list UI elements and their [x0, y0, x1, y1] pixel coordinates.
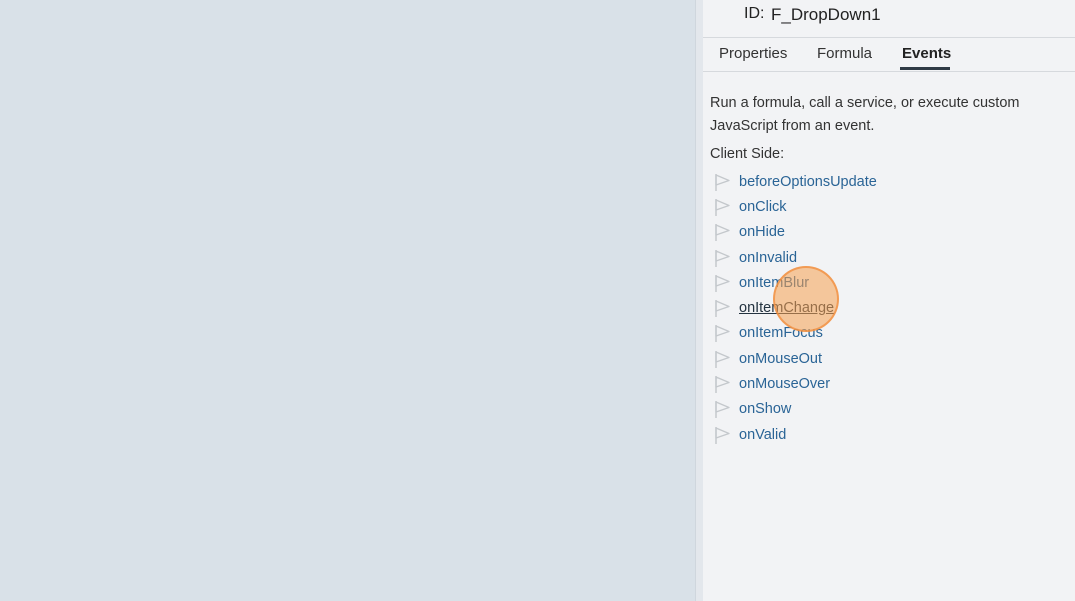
id-label: ID:	[744, 5, 765, 22]
event-row: onInvalid	[712, 245, 1062, 270]
event-link-onshow[interactable]: onShow	[739, 401, 791, 417]
tab-formula[interactable]: Formula	[817, 45, 872, 62]
tab-events[interactable]: Events	[902, 45, 951, 62]
event-link-onitemblur[interactable]: onItemBlur	[739, 275, 809, 291]
design-canvas[interactable]	[0, 0, 695, 601]
event-row: onMouseOver	[712, 371, 1062, 396]
flag-icon[interactable]	[712, 323, 732, 343]
flag-icon[interactable]	[712, 399, 732, 419]
event-row: onItemFocus	[712, 321, 1062, 346]
panel-tabs: Properties Formula Events	[703, 38, 1075, 72]
event-row: onItemBlur	[712, 270, 1062, 295]
event-link-onitemchange[interactable]: onItemChange	[739, 300, 834, 316]
event-row: onClick	[712, 194, 1062, 219]
id-row: ID: F_DropDown1	[703, 0, 1075, 38]
event-row: onValid	[712, 422, 1062, 447]
flag-icon[interactable]	[712, 425, 732, 445]
flag-icon[interactable]	[712, 298, 732, 318]
event-link-onmouseover[interactable]: onMouseOver	[739, 376, 830, 392]
id-value: F_DropDown1	[771, 5, 881, 24]
properties-panel: ID: F_DropDown1 Properties Formula Event…	[703, 0, 1075, 601]
event-link-onhide[interactable]: onHide	[739, 224, 785, 240]
flag-icon[interactable]	[712, 197, 732, 217]
event-row: onItemChange	[712, 295, 1062, 320]
event-row: beforeOptionsUpdate	[712, 169, 1062, 194]
active-tab-indicator	[900, 67, 950, 70]
event-row: onMouseOut	[712, 346, 1062, 371]
flag-icon[interactable]	[712, 349, 732, 369]
event-row: onShow	[712, 397, 1062, 422]
event-link-onitemfocus[interactable]: onItemFocus	[739, 325, 823, 341]
event-link-onclick[interactable]: onClick	[739, 199, 787, 215]
event-link-beforeoptionsupdate[interactable]: beforeOptionsUpdate	[739, 174, 877, 190]
flag-icon[interactable]	[712, 248, 732, 268]
flag-icon[interactable]	[712, 273, 732, 293]
event-link-onmouseout[interactable]: onMouseOut	[739, 351, 822, 367]
event-row: onHide	[712, 220, 1062, 245]
panel-resize-handle[interactable]	[695, 0, 703, 601]
section-title-client-side: Client Side:	[710, 146, 785, 162]
flag-icon[interactable]	[712, 222, 732, 242]
flag-icon[interactable]	[712, 374, 732, 394]
event-link-onvalid[interactable]: onValid	[739, 427, 786, 443]
events-description: Run a formula, call a service, or execut…	[710, 95, 1020, 134]
flag-icon[interactable]	[712, 172, 732, 192]
event-link-oninvalid[interactable]: onInvalid	[739, 250, 797, 266]
tab-properties[interactable]: Properties	[719, 45, 787, 62]
events-content: Run a formula, call a service, or execut…	[710, 92, 1068, 162]
events-list: beforeOptionsUpdate onClick onHide onInvali…	[712, 169, 1062, 447]
